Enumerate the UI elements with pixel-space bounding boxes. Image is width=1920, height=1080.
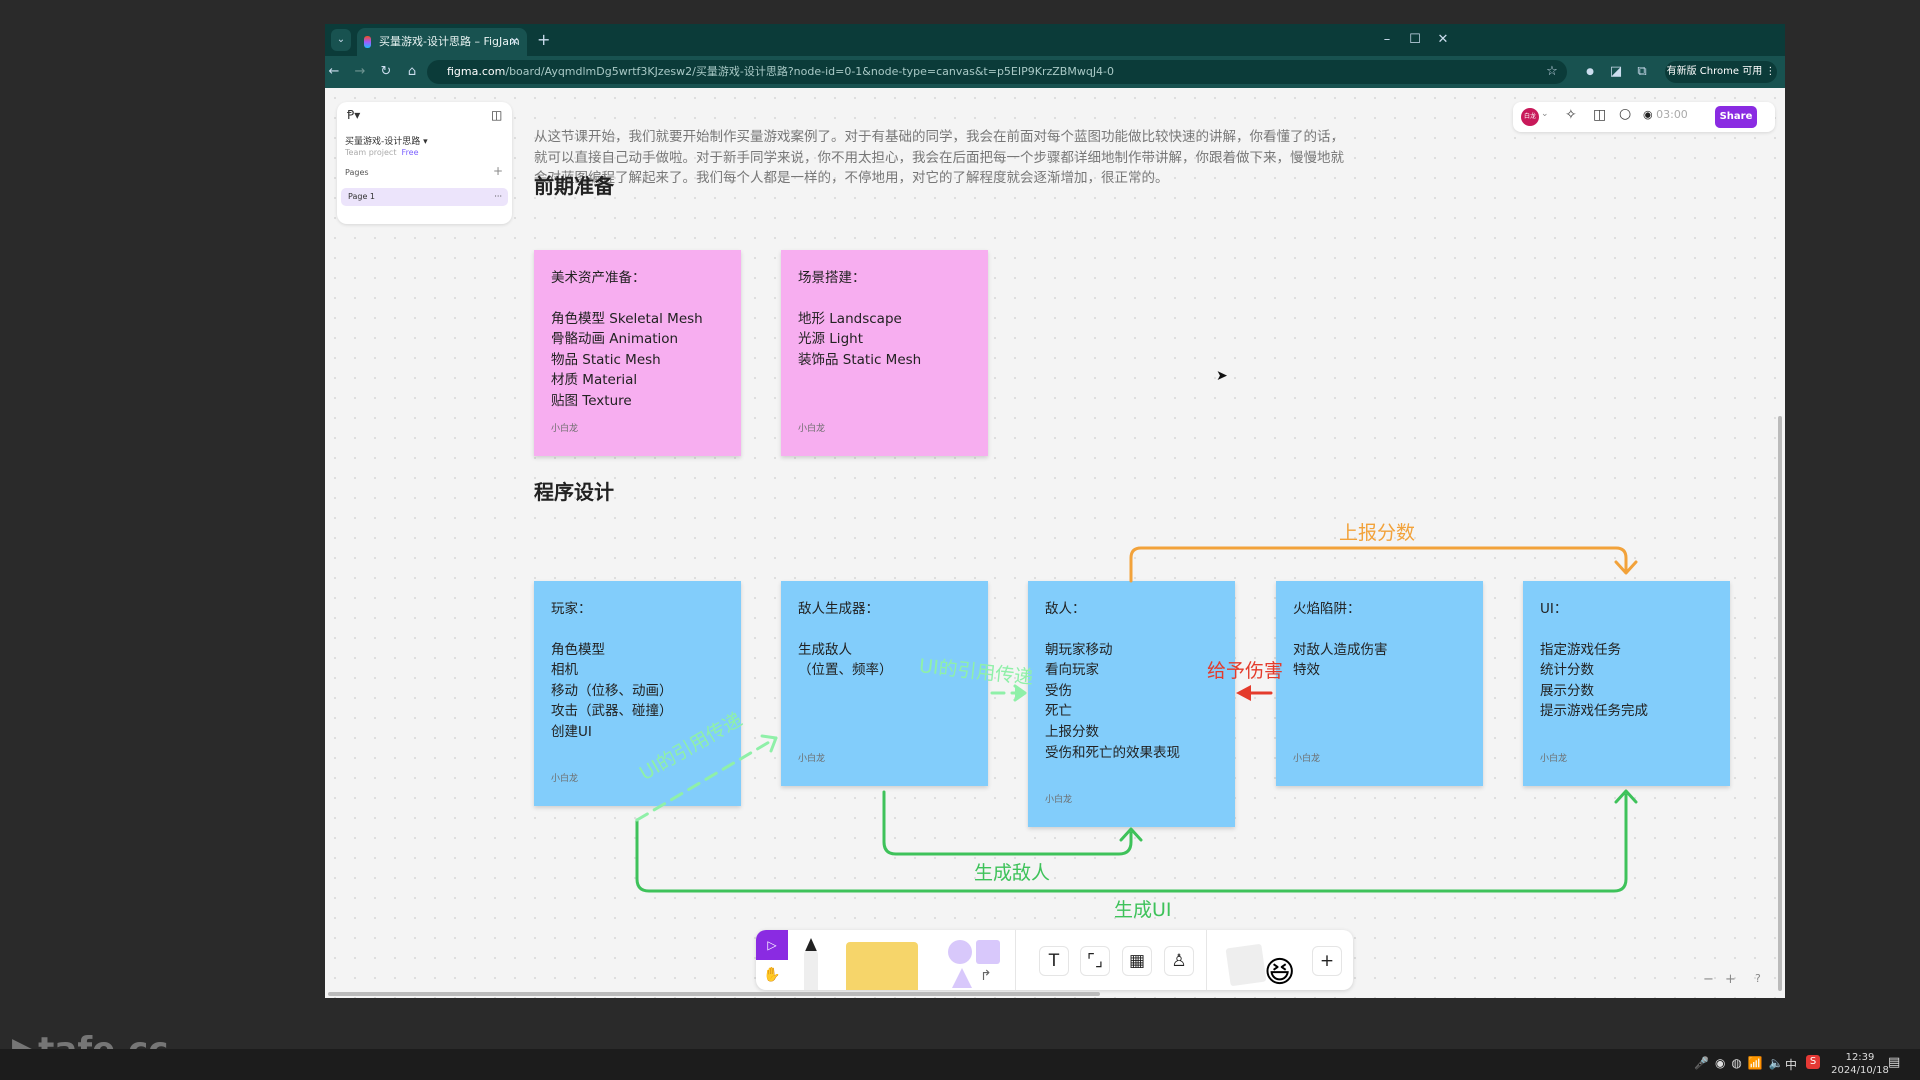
connector-spawn-enemy bbox=[882, 790, 1133, 856]
vertical-scrollbar[interactable] bbox=[1778, 416, 1782, 991]
stamp-tool-icon[interactable]: ♙ bbox=[1164, 946, 1194, 976]
ime-indicator[interactable]: 中 bbox=[1785, 1056, 1797, 1073]
divider bbox=[1015, 930, 1016, 990]
figjam-canvas[interactable]: Ᵽ▾ ◫ 买量游戏-设计思路 ▾ Team project Free Pages… bbox=[325, 88, 1785, 998]
notification-icon[interactable]: ▤ bbox=[1888, 1055, 1900, 1070]
shape-tool-square[interactable] bbox=[976, 940, 1000, 964]
reload-icon[interactable]: ↻ bbox=[375, 56, 397, 88]
connector-report-score bbox=[1129, 546, 1628, 583]
sticky-note-tool[interactable] bbox=[846, 942, 918, 990]
table-tool-icon[interactable]: ▦ bbox=[1122, 946, 1152, 976]
forward-icon[interactable]: → bbox=[349, 56, 371, 88]
label-spawn-enemy[interactable]: 生成敌人 bbox=[974, 858, 1050, 885]
minimize-button[interactable]: – bbox=[1373, 28, 1401, 52]
shape-tool-triangle[interactable] bbox=[952, 968, 972, 988]
url-path: /board/AyqmdlmDg5wrtf3KJzesw2/买量游戏-设计思路?… bbox=[505, 65, 1115, 78]
tab-search-button[interactable]: ⌄ bbox=[331, 29, 351, 51]
hand-tool[interactable]: ✋ bbox=[756, 960, 788, 990]
zoom-in-button[interactable]: + bbox=[1725, 972, 1736, 987]
horizontal-scrollbar[interactable] bbox=[328, 992, 1100, 996]
sogou-icon[interactable]: S bbox=[1806, 1055, 1820, 1069]
back-icon[interactable]: ← bbox=[325, 56, 345, 88]
tab-figjam[interactable]: 买量游戏-设计思路 – FigJam ✕ bbox=[357, 28, 527, 56]
tab-bar: ⌄ 买量游戏-设计思路 – FigJam ✕ + – ☐ ✕ bbox=[325, 24, 1785, 56]
templates-icon[interactable] bbox=[1225, 943, 1267, 987]
zoom-out-button[interactable]: − bbox=[1703, 972, 1714, 987]
text-tool-icon[interactable]: T bbox=[1039, 946, 1069, 976]
shape-tool-circle[interactable] bbox=[948, 940, 972, 964]
url-input[interactable]: figma.com/board/AyqmdlmDg5wrtf3KJzesw2/买… bbox=[427, 60, 1567, 84]
more-tools-button[interactable]: + bbox=[1312, 946, 1342, 976]
extension-icon[interactable]: ● bbox=[1579, 56, 1601, 88]
label-damage[interactable]: 给予伤害 bbox=[1207, 656, 1283, 683]
maximize-button[interactable]: ☐ bbox=[1401, 28, 1429, 52]
emoji-laugh-icon[interactable]: 😆 bbox=[1264, 958, 1295, 988]
chrome-update-button[interactable]: 有新版 Chrome 可用 ⋮ bbox=[1665, 61, 1777, 83]
label-spawn-ui[interactable]: 生成UI bbox=[1114, 895, 1172, 922]
bookmark-star-icon[interactable]: ☆ bbox=[1541, 56, 1563, 88]
marker-tool[interactable] bbox=[804, 938, 818, 990]
home-icon[interactable]: ⌂ bbox=[401, 56, 423, 88]
divider bbox=[1206, 930, 1207, 990]
clock[interactable]: 12:39 2024/10/18 bbox=[1830, 1051, 1890, 1077]
close-tab-icon[interactable]: ✕ bbox=[510, 28, 519, 56]
section-tool-icon[interactable]: ⌜⌟ bbox=[1080, 946, 1110, 976]
new-tab-button[interactable]: + bbox=[537, 28, 550, 52]
url-host: figma.com bbox=[447, 65, 506, 78]
taskbar: 🎤◉◍📶🔈 中 S 12:39 2024/10/18 ▤ bbox=[0, 1049, 1920, 1080]
figma-icon bbox=[364, 36, 371, 48]
extension-icon[interactable]: ◪ bbox=[1605, 56, 1627, 88]
label-report-score[interactable]: 上报分数 bbox=[1339, 518, 1415, 545]
update-label: 有新版 Chrome 可用 bbox=[1666, 66, 1763, 77]
tray-icons[interactable]: 🎤◉◍📶🔈 bbox=[1694, 1056, 1790, 1070]
bottom-toolbar: ▷ ✋ ↱ T ⌜⌟ ▦ ♙ 😆 + bbox=[756, 930, 1353, 990]
address-bar-row: ← → ↻ ⌂ figma.com/board/AyqmdlmDg5wrtf3K… bbox=[325, 56, 1785, 88]
arrowhead bbox=[1236, 685, 1251, 701]
help-button[interactable]: ? bbox=[1755, 972, 1761, 985]
select-tool[interactable]: ▷ bbox=[756, 930, 788, 960]
connectors-layer bbox=[635, 546, 1638, 893]
mouse-cursor-icon: ➤ bbox=[1216, 368, 1228, 384]
extensions-puzzle-icon[interactable]: ⧉ bbox=[1631, 56, 1653, 88]
connector-tool-icon[interactable]: ↱ bbox=[980, 968, 992, 984]
close-window-button[interactable]: ✕ bbox=[1429, 28, 1457, 52]
browser-window: ⌄ 买量游戏-设计思路 – FigJam ✕ + – ☐ ✕ ← → ↻ ⌂ fi… bbox=[325, 24, 1785, 998]
tab-title: 买量游戏-设计思路 – FigJam bbox=[379, 35, 520, 48]
